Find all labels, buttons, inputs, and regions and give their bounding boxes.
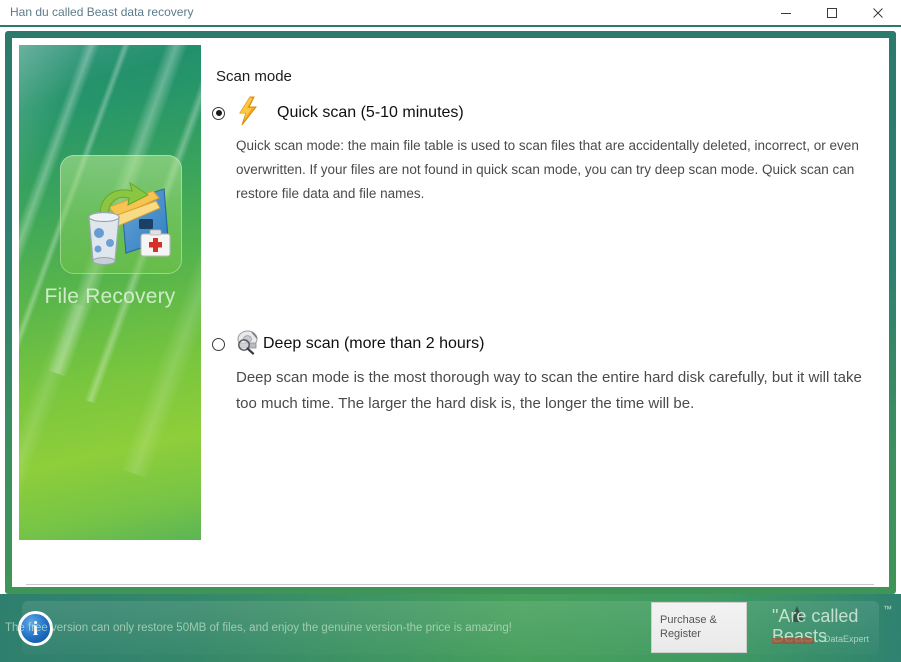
- title-bar: Han du called Beast data recovery: [0, 0, 901, 27]
- minimize-button[interactable]: [763, 0, 809, 25]
- scan-option-deep-description: Deep scan mode is the most thorough way …: [236, 369, 862, 412]
- promo-text: The free version can only restore 50MB o…: [5, 622, 512, 634]
- scan-option-deep[interactable]: Deep scan (more than 2 hours) Deep scan …: [212, 329, 876, 417]
- page-title: Scan mode: [216, 68, 292, 85]
- lightning-bolt-icon: [235, 96, 261, 131]
- window-frame: File Recovery Scan mode Quick scan (5-10…: [5, 31, 896, 621]
- sidebar-panel: File Recovery: [19, 45, 201, 540]
- window-title: Han du called Beast data recovery: [10, 5, 194, 19]
- sidebar-label: File Recovery: [44, 285, 176, 308]
- scan-option-quick-header[interactable]: Quick scan (5-10 minutes): [212, 96, 876, 126]
- radio-deep-scan[interactable]: [212, 337, 225, 351]
- scan-option-deep-header[interactable]: Deep scan (more than 2 hours): [212, 329, 876, 360]
- window-body: File Recovery Scan mode Quick scan (5-10…: [12, 38, 896, 621]
- scan-option-quick[interactable]: Quick scan (5-10 minutes) Quick scan mod…: [212, 96, 876, 206]
- scan-option-quick-label: Quick scan (5-10 minutes): [277, 104, 464, 121]
- brand-line-1: "Are called: [772, 606, 859, 626]
- purchase-register-button[interactable]: Purchase & Register: [651, 602, 747, 653]
- maximize-button[interactable]: [809, 0, 855, 25]
- brand-underline-mark: [772, 638, 814, 644]
- brand-trademark: ™: [883, 604, 892, 614]
- scan-option-quick-description: Quick scan mode: the main file table is …: [236, 138, 859, 201]
- close-button[interactable]: [855, 0, 901, 25]
- main-content: Scan mode Quick scan (5-10 minutes) Quic…: [208, 48, 880, 538]
- brand-logo: "Are called Beasts ™ DataExpert: [766, 602, 894, 654]
- file-recovery-icon: [60, 155, 182, 274]
- hard-disk-magnifier-icon: [235, 329, 261, 360]
- radio-quick-scan[interactable]: [212, 106, 225, 120]
- brand-subtitle: DataExpert: [824, 634, 870, 644]
- window-controls: [763, 0, 901, 25]
- application-window: Han du called Beast data recovery File R…: [0, 0, 901, 662]
- footer-divider: [26, 584, 874, 585]
- scan-option-deep-label: Deep scan (more than 2 hours): [263, 335, 485, 352]
